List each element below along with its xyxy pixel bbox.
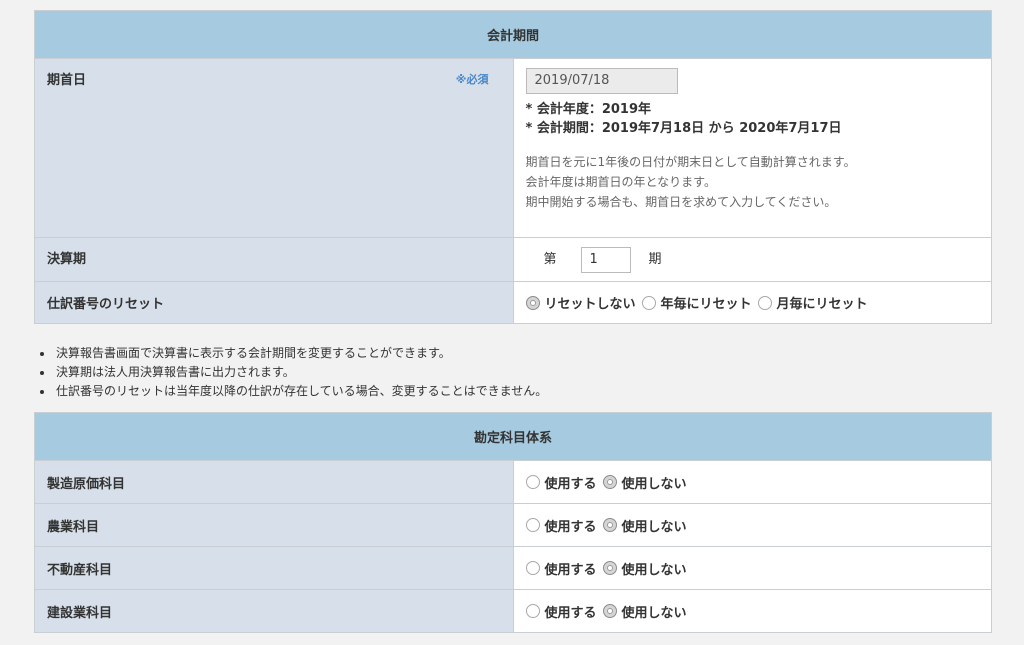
term-input[interactable]: 1 <box>580 246 631 273</box>
start-date-notes: 期首日を元に1年後の日付が期末日として自動計算されます。 会計年度は期首日の年と… <box>526 152 980 212</box>
bullet-item: 決算期は法人用決算報告書に出力されます。 <box>54 363 992 382</box>
term-prefix: 第 <box>543 252 557 267</box>
fiscal-info: * 会計年度：2019年 * 会計期間：2019年7月18日 から 2020年7… <box>526 100 980 138</box>
reset-radio-none[interactable]: リセットしない <box>525 293 636 312</box>
term-suffix: 期 <box>648 252 662 267</box>
radio-selected-icon[interactable] <box>602 475 617 489</box>
bullet-item: 決算報告書画面で決算書に表示する会計期間を変更することができます。 <box>54 344 992 363</box>
note-line: 期中開始する場合も、期首日を求めて入力してください。 <box>525 195 837 209</box>
account-row-label: 不動産科目 <box>34 546 514 590</box>
account-row-value: 使用する 使用しない <box>512 503 992 547</box>
radio-selected-icon[interactable] <box>602 561 617 575</box>
term-value-cell: 第 1 期 <box>512 237 992 282</box>
radio-selected-icon[interactable] <box>602 518 617 532</box>
reset-radio-monthly[interactable]: 月毎にリセット <box>757 293 868 312</box>
required-mark: ※必須 <box>455 73 489 86</box>
reset-radio-yearly[interactable]: 年毎にリセット <box>641 293 752 312</box>
start-date-input[interactable]: 2019/07/18 <box>525 68 678 94</box>
radio-icon[interactable] <box>641 295 656 310</box>
note-line: 会計年度は期首日の年となります。 <box>525 175 716 189</box>
use-radio[interactable]: 使用する <box>525 602 597 621</box>
settings-form: 会計期間 期首日 ※必須 2019/07/18 * 会計年度：2019年 * 会… <box>34 10 992 633</box>
radio-icon[interactable] <box>525 475 540 489</box>
reset-value-cell: リセットしない 年毎にリセット 月毎にリセット <box>512 281 992 324</box>
radio-icon[interactable] <box>525 518 540 532</box>
bullet-item: 仕訳番号のリセットは当年度以降の仕訳が存在している場合、変更することはできません… <box>54 382 992 401</box>
account-system-table: 勘定科目体系 製造原価科目 使用する 使用しない 農業科目 使用する 使用しない… <box>34 412 992 633</box>
account-row-value: 使用する 使用しない <box>512 546 992 590</box>
start-date-value-cell: 2019/07/18 * 会計年度：2019年 * 会計期間：2019年7月18… <box>512 58 992 238</box>
use-radio[interactable]: 使用する <box>525 516 597 535</box>
use-radio[interactable]: 使用する <box>525 559 597 578</box>
term-label: 決算期 <box>34 237 514 282</box>
fiscal-period-header: 会計期間 <box>34 10 992 59</box>
account-system-header: 勘定科目体系 <box>34 412 992 461</box>
info-bullets: 決算報告書画面で決算書に表示する会計期間を変更することができます。 決算期は法人… <box>34 344 992 401</box>
account-row-label: 農業科目 <box>34 503 514 547</box>
not-use-radio[interactable]: 使用しない <box>602 559 687 578</box>
account-row-value: 使用する 使用しない <box>512 589 992 633</box>
fiscal-period-text: * 会計期間：2019年7月18日 から 2020年7月17日 <box>525 121 842 136</box>
reset-radio-group: リセットしない 年毎にリセット 月毎にリセット <box>525 293 980 312</box>
not-use-radio[interactable]: 使用しない <box>602 602 687 621</box>
account-row-label: 製造原価科目 <box>34 460 514 504</box>
radio-icon[interactable] <box>757 295 772 310</box>
note-line: 期首日を元に1年後の日付が期末日として自動計算されます。 <box>525 155 856 169</box>
use-radio[interactable]: 使用する <box>525 473 597 492</box>
fiscal-period-table: 会計期間 期首日 ※必須 2019/07/18 * 会計年度：2019年 * 会… <box>34 10 992 324</box>
reset-label: 仕訳番号のリセット <box>34 281 514 324</box>
fiscal-year-text: * 会計年度：2019年 <box>525 102 652 117</box>
radio-selected-icon[interactable] <box>525 295 540 310</box>
radio-icon[interactable] <box>525 604 540 618</box>
radio-icon[interactable] <box>525 561 540 575</box>
radio-selected-icon[interactable] <box>602 604 617 618</box>
account-row-label: 建設業科目 <box>34 589 514 633</box>
not-use-radio[interactable]: 使用しない <box>602 516 687 535</box>
not-use-radio[interactable]: 使用しない <box>602 473 687 492</box>
start-date-label-cell: 期首日 ※必須 <box>34 58 514 238</box>
start-date-label: 期首日 <box>47 73 87 88</box>
account-row-value: 使用する 使用しない <box>512 460 992 504</box>
